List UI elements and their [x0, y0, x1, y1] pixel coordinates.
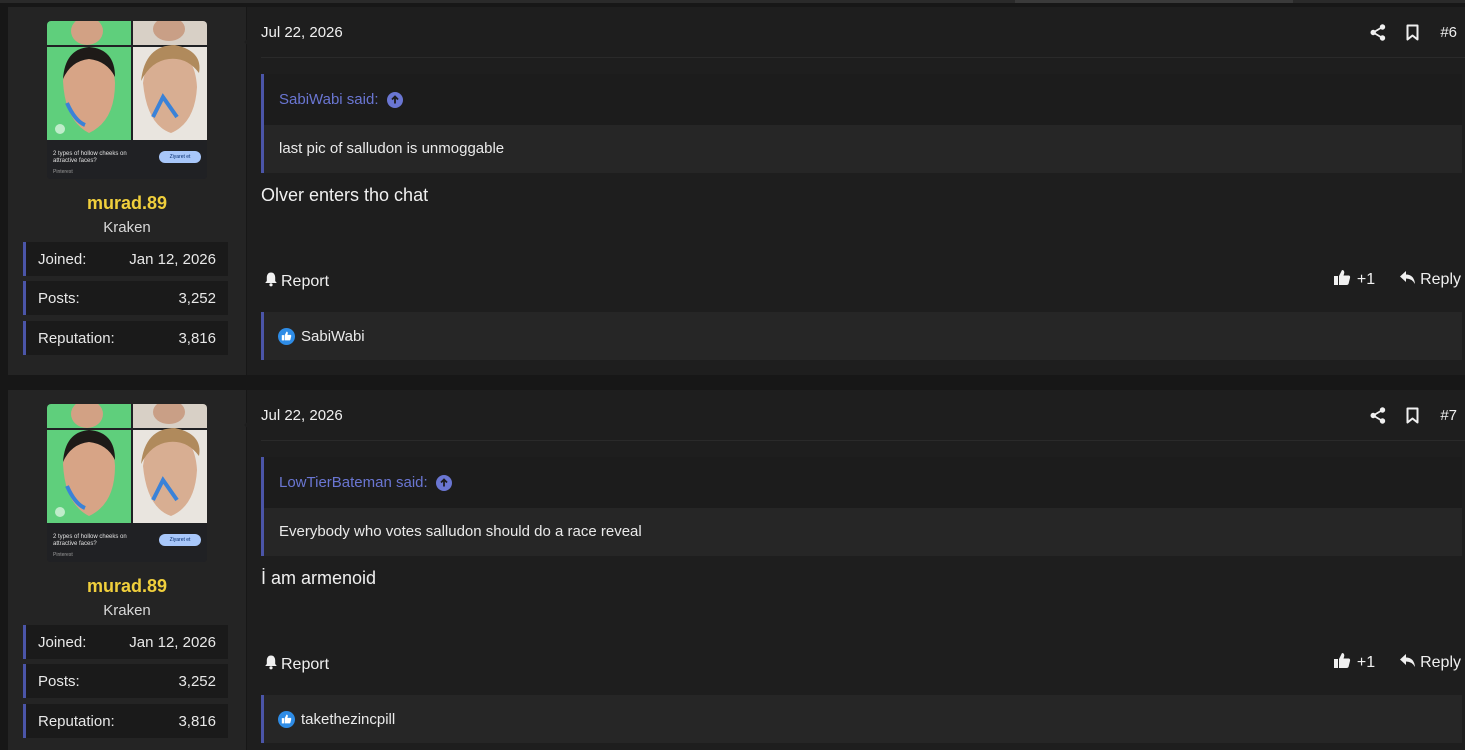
post-message: İ am armenoid: [261, 568, 377, 588]
quote-text: last pic of salludon is unmoggable: [279, 140, 505, 157]
post-main: Jul 22, 2026 #7 LowTierBateman said: Eve…: [247, 390, 1465, 750]
user-title: Kraken: [103, 602, 151, 619]
stat-joined: Joined: Jan 12, 2026: [23, 625, 228, 659]
avatar-source: Pinterest: [53, 169, 73, 175]
reply-label: Reply: [1420, 654, 1461, 671]
stat-label: Reputation:: [38, 329, 115, 347]
avatar-visit-button: Ziyaret et: [159, 534, 201, 546]
post-number[interactable]: #7: [1440, 407, 1457, 424]
post-actions-bottom: +1 Reply: [1333, 269, 1461, 291]
post: 2 types of hollow cheeks on attractive f…: [8, 390, 1465, 750]
share-icon[interactable]: [1368, 21, 1388, 43]
quote-block: LowTierBateman said: Everybody who votes…: [261, 457, 1462, 556]
like-reaction-icon: [278, 710, 295, 728]
post: 2 types of hollow cheeks on attractive f…: [8, 7, 1465, 375]
divider: [261, 440, 1465, 441]
post-actions-bottom: +1 Reply: [1333, 652, 1461, 674]
post-actions-top: #6: [1368, 21, 1457, 43]
stat-label: Posts:: [38, 289, 80, 307]
stat-value: 3,252: [178, 289, 216, 307]
stat-posts: Posts: 3,252: [23, 664, 228, 698]
thumbs-up-icon: [1333, 652, 1351, 674]
reaction-user[interactable]: SabiWabi: [301, 328, 365, 345]
avatar-caption: 2 types of hollow cheeks on attractive f…: [53, 534, 127, 547]
stat-value: Jan 12, 2026: [129, 250, 216, 268]
reply-button[interactable]: Reply: [1399, 653, 1461, 673]
post-actions-top: #7: [1368, 404, 1457, 426]
avatar-caption: 2 types of hollow cheeks on attractive f…: [53, 151, 127, 164]
divider: [261, 57, 1465, 58]
stat-label: Joined:: [38, 633, 87, 651]
user-title: Kraken: [103, 219, 151, 236]
stat-value: 3,816: [178, 329, 216, 347]
arrow-up-icon[interactable]: [435, 474, 452, 491]
report-label: Report: [281, 272, 330, 290]
like-button[interactable]: +1: [1333, 269, 1375, 291]
post-message: Olver enters tho chat: [261, 185, 429, 205]
report-button[interactable]: Report: [263, 654, 329, 675]
quote-header[interactable]: SabiWabi said:: [264, 74, 1462, 125]
quote-author[interactable]: SabiWabi said:: [279, 91, 379, 108]
like-reaction-icon: [278, 327, 295, 345]
bookmark-icon[interactable]: [1402, 404, 1422, 426]
thumbs-up-icon: [1333, 269, 1351, 291]
avatar[interactable]: 2 types of hollow cheeks on attractive f…: [47, 404, 207, 562]
stat-reputation: Reputation: 3,816: [23, 321, 228, 355]
bell-icon: [263, 654, 279, 675]
reactions-bar: takethezincpill: [261, 695, 1462, 743]
reactions-bar: SabiWabi: [261, 312, 1462, 360]
stat-value: Jan 12, 2026: [129, 633, 216, 651]
post-number[interactable]: #6: [1440, 24, 1457, 41]
user-cell: 2 types of hollow cheeks on attractive f…: [8, 390, 246, 750]
like-button[interactable]: +1: [1333, 652, 1375, 674]
stat-label: Reputation:: [38, 712, 115, 730]
quote-text: Everybody who votes salludon should do a…: [279, 523, 642, 540]
stat-value: 3,816: [178, 712, 216, 730]
reply-icon: [1399, 270, 1416, 290]
bell-icon: [263, 271, 279, 292]
reply-icon: [1399, 653, 1416, 673]
quote-author[interactable]: LowTierBateman said:: [279, 474, 428, 491]
user-cell: 2 types of hollow cheeks on attractive f…: [8, 7, 246, 375]
report-button[interactable]: Report: [263, 271, 329, 292]
stat-reputation: Reputation: 3,816: [23, 704, 228, 738]
like-count: +1: [1356, 271, 1376, 288]
stat-label: Joined:: [38, 250, 87, 268]
avatar-source: Pinterest: [53, 552, 73, 558]
post-date[interactable]: Jul 22, 2026: [261, 24, 343, 41]
stat-posts: Posts: 3,252: [23, 281, 228, 315]
reaction-user[interactable]: takethezincpill: [301, 711, 395, 728]
stat-joined: Joined: Jan 12, 2026: [23, 242, 228, 276]
arrow-up-icon[interactable]: [386, 91, 403, 108]
share-icon[interactable]: [1368, 404, 1388, 426]
stat-label: Posts:: [38, 672, 80, 690]
top-bar: [0, 0, 1465, 3]
quote-header[interactable]: LowTierBateman said:: [264, 457, 1462, 508]
like-count: +1: [1356, 654, 1376, 671]
report-label: Report: [281, 655, 330, 673]
avatar[interactable]: 2 types of hollow cheeks on attractive f…: [47, 21, 207, 179]
reply-button[interactable]: Reply: [1399, 270, 1461, 290]
stat-value: 3,252: [178, 672, 216, 690]
reply-label: Reply: [1420, 271, 1461, 288]
avatar-visit-button: Ziyaret et: [159, 151, 201, 163]
quote-block: SabiWabi said: last pic of salludon is u…: [261, 74, 1462, 173]
username[interactable]: murad.89: [8, 576, 246, 597]
post-date[interactable]: Jul 22, 2026: [261, 407, 343, 424]
username[interactable]: murad.89: [8, 193, 246, 214]
post-main: Jul 22, 2026 #6 SabiWabi said: last pic …: [247, 7, 1465, 375]
bookmark-icon[interactable]: [1402, 21, 1422, 43]
